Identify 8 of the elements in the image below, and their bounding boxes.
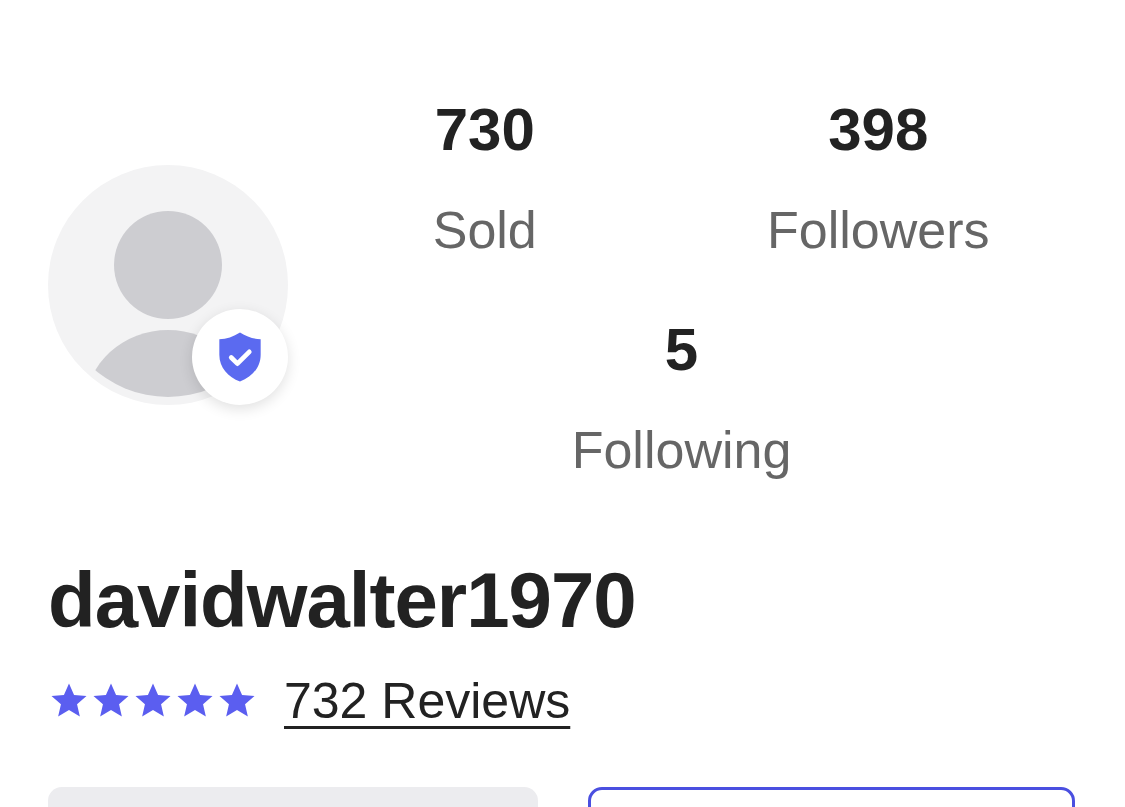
stat-value: 5 [664, 315, 699, 385]
stat-label: Following [571, 420, 792, 480]
stat-value: 730 [434, 95, 535, 165]
stat-label: Followers [767, 200, 990, 260]
username: davidwalter1970 [48, 555, 637, 645]
stat-label: Sold [432, 200, 537, 260]
reviews-link[interactable]: 732 Reviews [284, 675, 571, 727]
stat-value: 398 [828, 95, 929, 165]
